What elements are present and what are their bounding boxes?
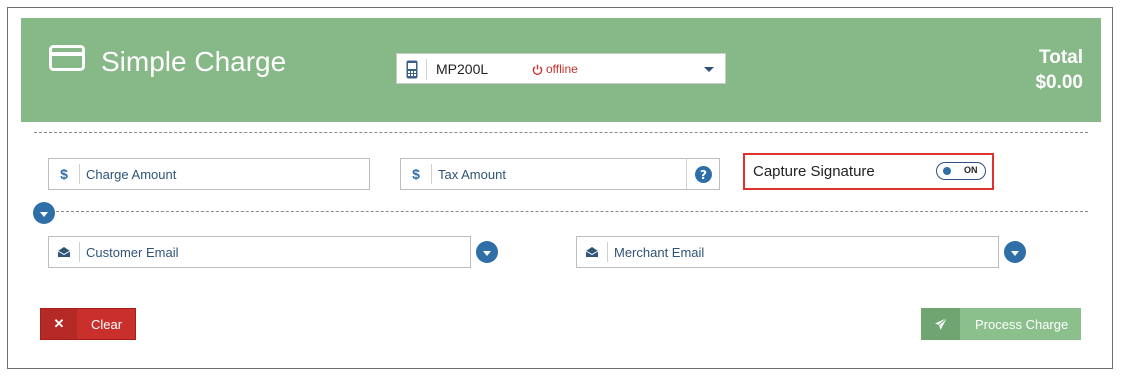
- chevron-down-icon: [40, 211, 48, 217]
- x-icon: ✕: [41, 309, 77, 339]
- divider: [431, 164, 432, 184]
- question-circle-icon[interactable]: ?: [686, 159, 719, 189]
- device-status-text: offline: [546, 62, 578, 76]
- customer-email-input[interactable]: Customer Email: [86, 245, 178, 260]
- device-name: MP200L: [436, 61, 489, 77]
- tax-amount-field[interactable]: $ Tax Amount ?: [400, 158, 720, 190]
- merchant-email-field[interactable]: Merchant Email: [576, 236, 999, 268]
- customer-email-options-button[interactable]: [476, 241, 498, 263]
- dollar-icon: $: [60, 166, 68, 182]
- section-divider: [56, 211, 1088, 212]
- charge-header: Simple Charge MP200L offline Total $0.00: [21, 18, 1101, 122]
- chevron-down-icon: [483, 250, 491, 256]
- capture-signature-box: Capture Signature ON: [743, 153, 994, 190]
- envelope-open-icon: [49, 237, 79, 267]
- toggle-knob: [943, 167, 951, 175]
- power-icon: [532, 64, 543, 75]
- divider: [426, 59, 427, 80]
- customer-email-field[interactable]: Customer Email: [48, 236, 471, 268]
- total-amount: $0.00: [1035, 72, 1083, 93]
- divider: [607, 242, 608, 262]
- process-charge-label: Process Charge: [975, 317, 1069, 332]
- charge-amount-input[interactable]: Charge Amount: [86, 167, 176, 182]
- merchant-email-options-button[interactable]: [1004, 241, 1026, 263]
- toggle-state-label: ON: [964, 165, 978, 175]
- expand-button[interactable]: [33, 202, 55, 224]
- device-status: offline: [532, 62, 578, 76]
- section-divider: [34, 132, 1088, 133]
- envelope-open-icon: [577, 237, 607, 267]
- mobile-device-icon: [406, 60, 418, 79]
- total-label: Total: [1039, 47, 1083, 68]
- capture-signature-label: Capture Signature: [753, 163, 875, 180]
- tax-amount-input[interactable]: Tax Amount: [438, 167, 506, 182]
- divider: [79, 242, 80, 262]
- clear-button-label: Clear: [91, 317, 123, 332]
- svg-text:?: ?: [700, 167, 707, 181]
- clear-button[interactable]: ✕ Clear: [40, 308, 136, 340]
- page-title: Simple Charge: [101, 46, 287, 77]
- chevron-down-icon[interactable]: [704, 67, 714, 72]
- device-select[interactable]: MP200L offline: [396, 53, 726, 84]
- dollar-icon: $: [412, 166, 420, 182]
- merchant-email-input[interactable]: Merchant Email: [614, 245, 704, 260]
- chevron-down-icon: [1011, 250, 1019, 256]
- charge-amount-field[interactable]: $ Charge Amount: [48, 158, 370, 190]
- credit-card-icon: [49, 45, 85, 71]
- paper-plane-icon: [921, 308, 960, 340]
- total-display: Total $0.00: [1035, 45, 1083, 95]
- capture-signature-toggle[interactable]: ON: [936, 162, 986, 180]
- divider: [79, 164, 80, 184]
- process-charge-button[interactable]: Process Charge: [921, 308, 1081, 340]
